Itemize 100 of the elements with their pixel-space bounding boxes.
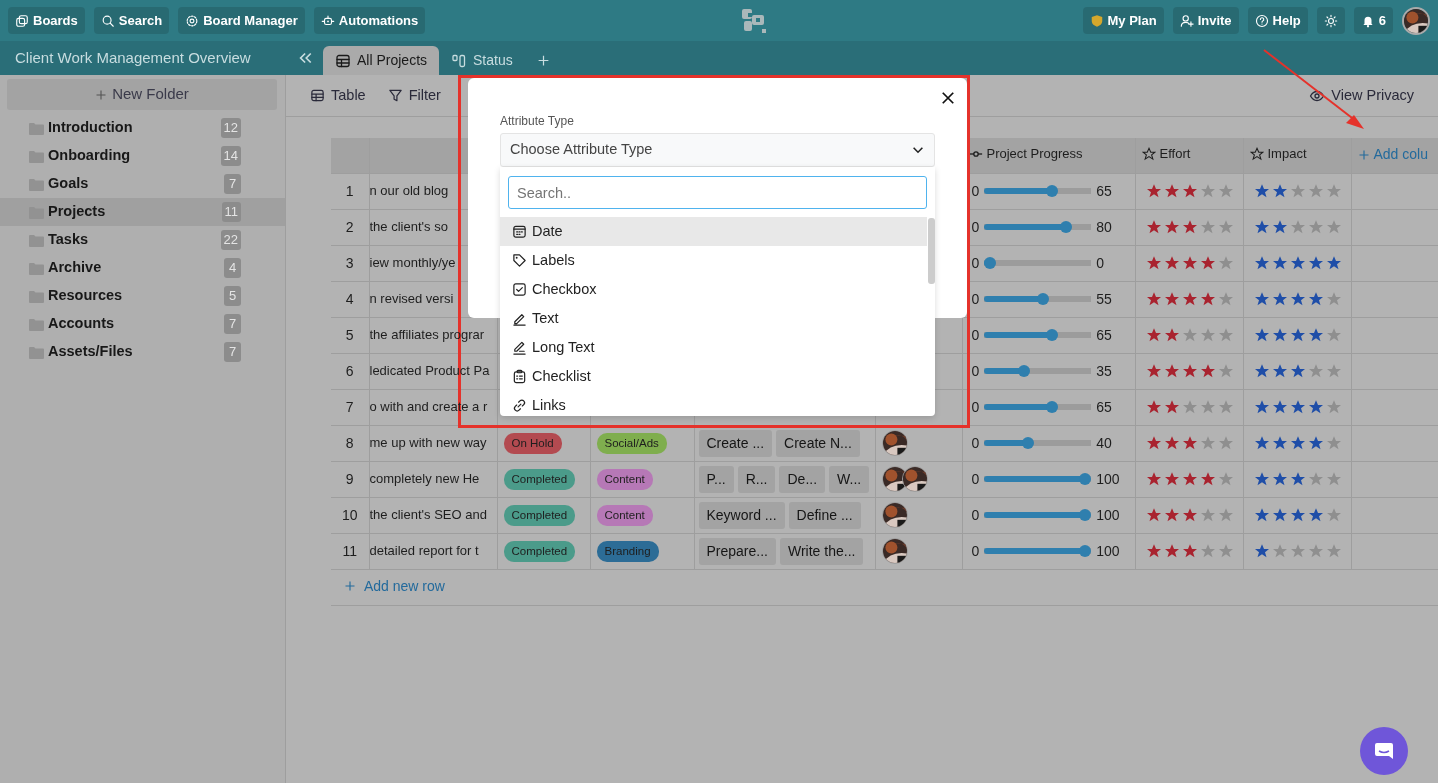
progress-slider[interactable] [984, 509, 1092, 521]
star-icon [1145, 327, 1162, 343]
count-badge: 4 [224, 258, 241, 278]
view-tab[interactable]: Status [439, 46, 525, 75]
min-label: 0 [971, 397, 980, 417]
progress-value: 35 [1096, 361, 1112, 381]
scrollbar-thumb[interactable] [928, 218, 935, 284]
star-icon [1217, 327, 1234, 343]
option-item[interactable]: Date [500, 217, 927, 246]
option-item[interactable]: Checkbox [500, 275, 927, 304]
task-chip[interactable]: Create ... [698, 429, 773, 457]
view-privacy-button[interactable]: View Privacy [1309, 84, 1414, 107]
progress-value: 100 [1096, 505, 1120, 525]
chat-button[interactable] [1360, 727, 1408, 775]
help-button[interactable]: Help [1247, 7, 1308, 34]
option-item[interactable]: Text [500, 304, 927, 333]
star-icon [1199, 363, 1216, 379]
view-tab[interactable]: All Projects [323, 46, 440, 75]
progress-slider[interactable] [984, 257, 1092, 269]
option-item[interactable]: Labels [500, 246, 927, 275]
star-icon [1325, 507, 1342, 523]
title-cell: the client's so [369, 219, 448, 235]
attribute-type-select[interactable]: Choose Attribute Type [500, 133, 935, 167]
theme-button[interactable] [1316, 7, 1345, 34]
tag-icon [512, 253, 527, 268]
task-chip[interactable]: W... [829, 465, 870, 493]
star-icon [1181, 543, 1198, 559]
title-cell: the client's SEO and [369, 507, 487, 523]
filter-button[interactable]: Filter [387, 84, 441, 107]
min-label: 0 [971, 181, 980, 201]
task-chip[interactable]: Write the... [780, 537, 864, 565]
boards-button[interactable]: Boards [8, 7, 85, 34]
star-icon [1145, 471, 1162, 487]
progress-slider[interactable] [984, 437, 1092, 449]
star-icon [1325, 219, 1342, 235]
min-label: 0 [971, 505, 980, 525]
plan-button[interactable]: My Plan [1082, 7, 1164, 34]
search-icon [100, 13, 115, 28]
clipboard-icon [512, 369, 527, 384]
table-view-button[interactable]: Table [310, 84, 366, 107]
star-icon [1217, 219, 1234, 235]
task-chip[interactable]: R... [737, 465, 776, 493]
progress-slider[interactable] [984, 545, 1092, 557]
star-icon [1271, 255, 1288, 271]
pencil-icon [512, 311, 527, 326]
star-icon [1199, 471, 1216, 487]
star-icon [1325, 435, 1342, 451]
progress-slider[interactable] [984, 473, 1092, 485]
star-icon [1289, 363, 1306, 379]
star-icon [1289, 291, 1306, 307]
task-chip[interactable]: De... [779, 465, 826, 493]
progress-slider[interactable] [984, 185, 1092, 197]
help-icon [1254, 13, 1269, 28]
task-chip[interactable]: Create N... [776, 429, 860, 457]
folder-item[interactable]: Resources 5 [0, 282, 285, 310]
checkbox-icon [512, 282, 527, 297]
star-icon [1181, 255, 1198, 271]
count-badge: 22 [220, 230, 241, 250]
progress-slider[interactable] [984, 329, 1092, 341]
folder-item[interactable]: Archive 4 [0, 254, 285, 282]
progress-value: 40 [1096, 433, 1112, 453]
star-icon [1199, 543, 1216, 559]
folder-item[interactable]: Accounts 7 [0, 310, 285, 338]
automations-button[interactable]: Automations [313, 7, 426, 34]
invite-button[interactable]: Invite [1172, 7, 1239, 34]
option-item[interactable]: Links [500, 391, 927, 416]
star-icon [1199, 183, 1216, 199]
search-field[interactable]: Search.. [508, 176, 927, 209]
search-button[interactable]: Search [93, 7, 170, 34]
folder-item[interactable]: Introduction 12 [0, 114, 285, 142]
progress-slider[interactable] [984, 365, 1092, 377]
folder-item[interactable]: Assets/Files 7 [0, 338, 285, 366]
task-chip[interactable]: Prepare... [698, 537, 776, 565]
folder-item[interactable]: Tasks 22 [0, 226, 285, 254]
title-cell: detailed report for t [369, 543, 479, 559]
row-number: 7 [345, 398, 354, 415]
task-chip[interactable]: P... [698, 465, 734, 493]
star-icon [1307, 219, 1324, 235]
row-number: 10 [341, 506, 358, 523]
star-icon [1289, 471, 1306, 487]
board-manager-button[interactable]: Board Manager [178, 7, 305, 34]
folder-item[interactable]: Projects 11 [0, 198, 285, 226]
star-icon [1181, 327, 1198, 343]
star-icon [1289, 327, 1306, 343]
folder-item[interactable]: Onboarding 14 [0, 142, 285, 170]
option-item[interactable]: Checklist [500, 362, 927, 391]
option-item[interactable]: Long Text [500, 333, 927, 362]
task-chip[interactable]: Keyword ... [698, 501, 785, 529]
notifications-button[interactable]: 6 [1353, 7, 1393, 34]
task-chip[interactable]: Define ... [788, 501, 861, 529]
new-folder-button[interactable]: New Folder [7, 79, 277, 110]
close-icon[interactable] [941, 91, 955, 105]
progress-slider[interactable] [984, 401, 1092, 413]
star-icon [1217, 543, 1234, 559]
plus-icon [344, 580, 356, 593]
progress-slider[interactable] [984, 293, 1092, 305]
progress-slider[interactable] [984, 221, 1092, 233]
star-icon [1271, 543, 1288, 559]
folder-item[interactable]: Goals 7 [0, 170, 285, 198]
user-avatar[interactable] [1402, 6, 1430, 35]
